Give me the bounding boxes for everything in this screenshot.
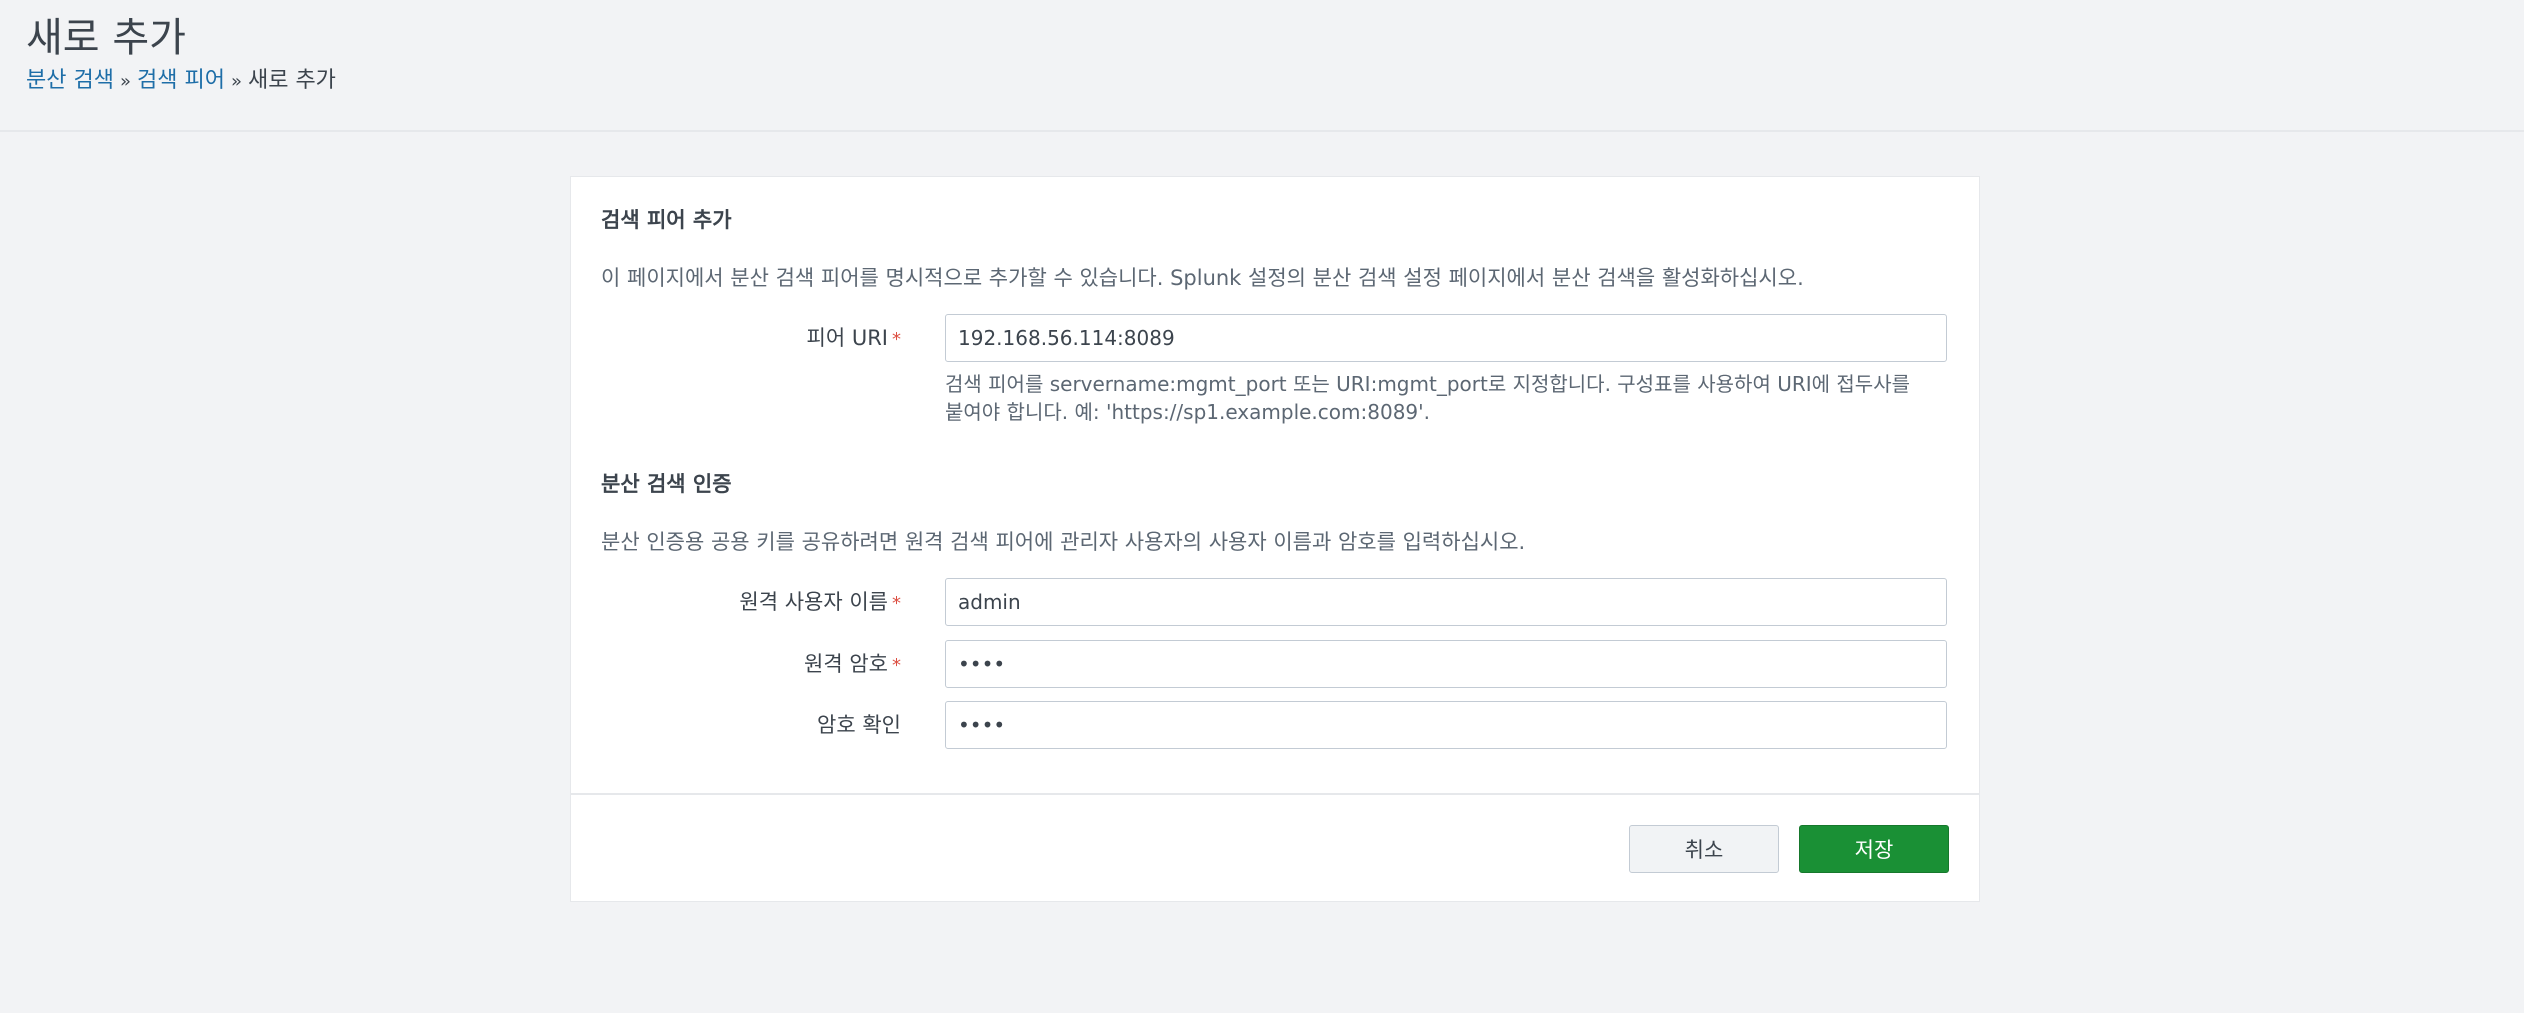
breadcrumb-separator: » — [230, 71, 242, 92]
peer-section-title: 검색 피어 추가 — [601, 208, 732, 232]
remote-username-input[interactable] — [945, 578, 1947, 626]
breadcrumb-link-distributed-search[interactable]: 분산 검색 — [26, 68, 114, 93]
breadcrumb-current: 새로 추가 — [247, 68, 336, 93]
breadcrumb: 분산 검색» 검색 피어» 새로 추가 — [26, 66, 336, 97]
peer-uri-input[interactable] — [945, 314, 1947, 362]
remote-password-input[interactable] — [945, 640, 1947, 688]
page-title: 새로 추가 — [26, 15, 186, 61]
breadcrumb-separator: » — [119, 71, 131, 92]
footer-divider — [571, 793, 1979, 795]
peer-uri-help: 검색 피어를 servername:mgmt_port 또는 URI:mgmt_… — [945, 372, 1910, 424]
peer-section-description: 이 페이지에서 분산 검색 피어를 명시적으로 추가할 수 있습니다. Splu… — [601, 266, 1804, 290]
breadcrumb-link-search-peers[interactable]: 검색 피어 — [137, 68, 225, 93]
remote-password-label: 원격 암호 * — [804, 652, 901, 676]
auth-section-description: 분산 인증용 공용 키를 공유하려면 원격 검색 피어에 관리자 사용자의 사용… — [601, 530, 1526, 554]
remote-username-label: 원격 사용자 이름 * — [739, 590, 901, 614]
required-marker: * — [892, 593, 901, 614]
peer-uri-label: 피어 URI * — [806, 326, 901, 350]
auth-section-title: 분산 검색 인증 — [601, 472, 732, 496]
required-marker: * — [892, 655, 901, 676]
page-header: 새로 추가 분산 검색» 검색 피어» 새로 추가 — [0, 0, 2524, 132]
confirm-password-input[interactable] — [945, 701, 1947, 749]
add-peer-form: 검색 피어 추가 이 페이지에서 분산 검색 피어를 명시적으로 추가할 수 있… — [570, 176, 1980, 902]
required-marker: * — [892, 329, 901, 350]
cancel-button[interactable]: 취소 — [1629, 825, 1779, 873]
save-button[interactable]: 저장 — [1799, 825, 1949, 873]
confirm-password-label: 암호 확인 — [817, 713, 901, 737]
